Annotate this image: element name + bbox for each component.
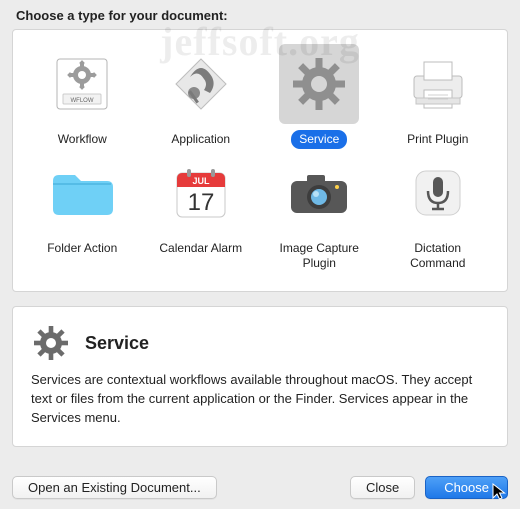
gear-icon: [31, 323, 71, 363]
svg-text:17: 17: [187, 189, 214, 216]
svg-text:JUL: JUL: [192, 176, 210, 186]
type-item-dictation[interactable]: Dictation Command: [383, 153, 494, 273]
type-item-folder-action[interactable]: Folder Action: [27, 153, 138, 273]
type-label: Workflow: [50, 130, 115, 149]
type-item-image-capture[interactable]: Image Capture Plugin: [264, 153, 375, 273]
type-label: Application: [163, 130, 238, 149]
dictation-icon: [398, 153, 478, 233]
type-label: Image Capture Plugin: [272, 239, 367, 273]
print-plugin-icon: [398, 44, 478, 124]
detail-description: Services are contextual workflows availa…: [31, 371, 489, 428]
svg-text:WFLOW: WFLOW: [71, 98, 94, 104]
service-icon: [279, 44, 359, 124]
type-label: Print Plugin: [399, 130, 476, 149]
calendar-alarm-icon: JUL 17: [161, 153, 241, 233]
footer: Open an Existing Document... Close Choos…: [12, 476, 508, 499]
open-existing-button[interactable]: Open an Existing Document...: [12, 476, 217, 499]
type-label: Folder Action: [39, 239, 125, 258]
type-item-workflow[interactable]: WFLOW Workflow: [27, 44, 138, 149]
close-button[interactable]: Close: [350, 476, 415, 499]
choose-button[interactable]: Choose: [425, 476, 508, 499]
type-label: Dictation Command: [402, 239, 473, 273]
type-label: Service: [291, 130, 347, 149]
image-capture-icon: [279, 153, 359, 233]
folder-action-icon: [42, 153, 122, 233]
workflow-icon: WFLOW: [42, 44, 122, 124]
dialog-heading: Choose a type for your document:: [16, 8, 508, 23]
type-item-print-plugin[interactable]: Print Plugin: [383, 44, 494, 149]
type-grid: WFLOW Workflow Application: [13, 30, 507, 291]
type-label: Calendar Alarm: [151, 239, 250, 258]
application-icon: [161, 44, 241, 124]
type-item-service[interactable]: Service: [264, 44, 375, 149]
type-item-calendar-alarm[interactable]: JUL 17 Calendar Alarm: [146, 153, 257, 273]
detail-title: Service: [85, 333, 149, 354]
detail-panel: Service Services are contextual workflow…: [12, 306, 508, 447]
type-grid-panel: WFLOW Workflow Application: [12, 29, 508, 292]
type-item-application[interactable]: Application: [146, 44, 257, 149]
